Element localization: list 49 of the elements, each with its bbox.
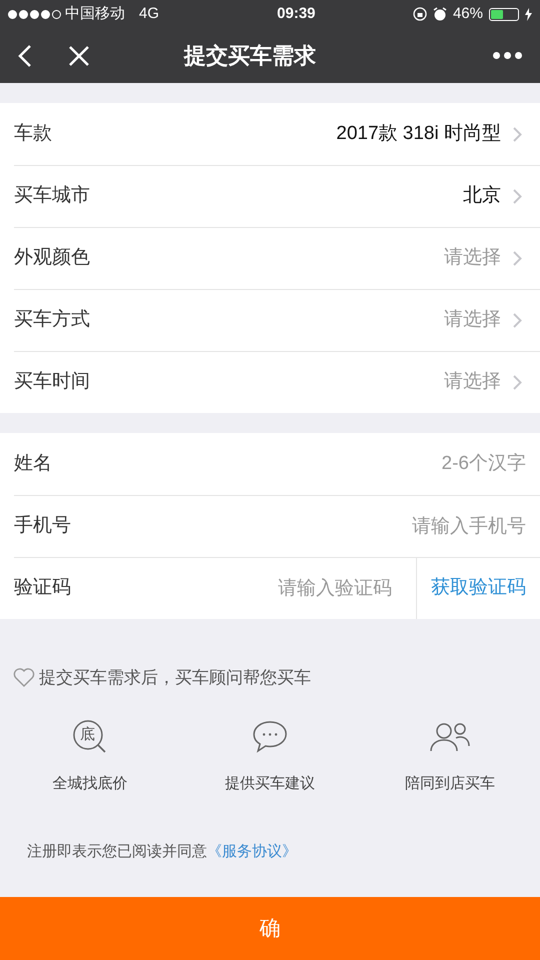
- row-label: 买车时间: [14, 370, 90, 394]
- select-placeholder: 请选择: [444, 370, 501, 394]
- alarm-clock-icon: [432, 7, 447, 21]
- feature-label: 陪同到店买车: [405, 774, 495, 794]
- row-label: 买车城市: [14, 184, 90, 208]
- row-label: 姓名: [14, 452, 53, 476]
- battery-icon: [489, 8, 519, 20]
- input-field[interactable]: 2-6个汉字: [114, 433, 540, 495]
- feature-label: 全城找底价: [52, 774, 128, 794]
- row-label: 手机号: [14, 514, 72, 538]
- row-label: 外观颜色: [14, 246, 90, 270]
- rotation-lock-icon: [412, 7, 427, 21]
- row-value: 北京: [463, 184, 501, 208]
- people-icon: [430, 720, 470, 752]
- promise-text: 提交买车需求后，买车顾问帮您买车: [39, 667, 311, 689]
- select-row[interactable]: 买车方式 请选择: [14, 289, 540, 351]
- form-row[interactable]: 手机号 请输入手机号: [0, 495, 540, 557]
- agreement-text: 注册即表示您已阅读并同意: [27, 843, 207, 860]
- select-placeholder: 请选择: [444, 308, 501, 332]
- row-label: 车款: [14, 122, 52, 146]
- signal-icon: [8, 10, 61, 18]
- network-type: 4G: [139, 4, 160, 24]
- get-code-button[interactable]: 获取验证码: [416, 558, 540, 619]
- row-value: 2017款 318i 时尚型: [336, 122, 501, 146]
- battery-percent: 46%: [452, 4, 483, 24]
- carrier-name: 中国移动: [65, 4, 125, 24]
- speech-bubble-icon: [252, 720, 288, 754]
- charging-bolt-icon: [525, 8, 532, 20]
- select-row[interactable]: 买车时间 请选择: [14, 351, 540, 413]
- row-label: 验证码: [14, 576, 72, 600]
- chevron-right-icon: [513, 375, 522, 390]
- select-row[interactable]: 车款 2017款 318i 时尚型: [14, 103, 540, 165]
- input-field[interactable]: 请输入验证码: [114, 558, 416, 619]
- select-placeholder: 请选择: [444, 246, 501, 270]
- form-row[interactable]: 姓名 2-6个汉字: [0, 433, 540, 495]
- chevron-right-icon: [513, 126, 522, 142]
- clock-time: 09:39: [277, 4, 316, 24]
- chevron-right-icon: [513, 189, 522, 204]
- page-title: 提交买车需求: [184, 42, 316, 70]
- chevron-right-icon: [513, 251, 522, 266]
- select-row[interactable]: 外观颜色 请选择: [14, 227, 540, 289]
- select-row[interactable]: 买车城市 北京: [14, 165, 540, 227]
- feature-label: 提供买车建议: [225, 774, 315, 794]
- row-label: 买车方式: [14, 308, 90, 332]
- form-row[interactable]: 验证码 请输入验证码 获取验证码: [0, 557, 540, 619]
- chevron-right-icon: [513, 313, 522, 328]
- more-button[interactable]: [493, 52, 522, 59]
- heart-icon: [13, 668, 35, 688]
- input-field[interactable]: 请输入手机号: [114, 496, 540, 557]
